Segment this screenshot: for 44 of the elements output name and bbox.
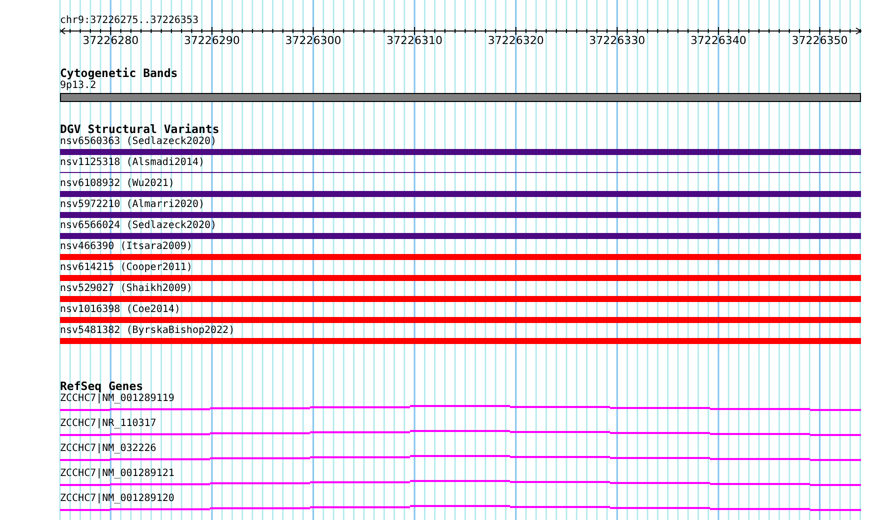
variant-bar[interactable] bbox=[60, 233, 861, 239]
variant-bar[interactable] bbox=[60, 149, 861, 155]
transcript-line[interactable] bbox=[60, 405, 861, 411]
variant-bar[interactable] bbox=[60, 296, 861, 302]
transcript-line[interactable] bbox=[60, 480, 861, 486]
feature-label[interactable]: nsv6108932 (Wu2021) bbox=[60, 178, 174, 190]
variant-bar[interactable] bbox=[60, 275, 861, 281]
variant-line[interactable] bbox=[60, 172, 861, 173]
feature-label[interactable]: ZCCHC7|NM_032226 bbox=[60, 443, 156, 455]
track-title: RefSeq Genes bbox=[60, 380, 144, 393]
feature-label[interactable]: nsv1125318 (Alsmadi2014) bbox=[60, 157, 204, 169]
variant-bar[interactable] bbox=[60, 338, 861, 344]
feature-label[interactable]: nsv614215 (Cooper2011) bbox=[60, 262, 192, 274]
transcript-line[interactable] bbox=[60, 430, 861, 436]
ruler-label: 37226330 bbox=[589, 34, 646, 47]
feature-label[interactable]: nsv1016398 (Coe2014) bbox=[60, 304, 180, 316]
feature-label[interactable]: ZCCHC7|NR_110317 bbox=[60, 418, 156, 430]
variant-bar[interactable] bbox=[60, 317, 861, 323]
variant-bar[interactable] bbox=[60, 191, 861, 197]
feature-label[interactable]: ZCCHC7|NM_001289120 bbox=[60, 493, 174, 505]
feature-label[interactable]: nsv6566024 (Sedlazeck2020) bbox=[60, 220, 217, 232]
ruler-label: 37226350 bbox=[792, 34, 848, 47]
feature-label[interactable]: nsv5972210 (Almarri2020) bbox=[60, 199, 204, 211]
transcript-line[interactable] bbox=[60, 505, 861, 511]
variant-bar[interactable] bbox=[60, 212, 861, 218]
feature-label[interactable]: ZCCHC7|NM_001289119 bbox=[60, 393, 174, 405]
variant-bar[interactable] bbox=[60, 254, 861, 260]
feature-label[interactable]: ZCCHC7|NM_001289121 bbox=[60, 468, 174, 480]
location-title: chr9:37226275..37226353 bbox=[60, 15, 198, 27]
ruler-label: 37226300 bbox=[285, 34, 342, 47]
track-title: Cytogenetic Bands bbox=[60, 67, 178, 80]
ruler-label: 37226280 bbox=[82, 34, 139, 47]
track-title: DGV Structural Variants bbox=[60, 123, 220, 136]
feature-label[interactable]: 9p13.2 bbox=[60, 80, 96, 92]
transcript-line[interactable] bbox=[60, 455, 861, 461]
feature-label[interactable]: nsv5481382 (ByrskaBishop2022) bbox=[60, 325, 235, 337]
feature-label[interactable]: nsv529027 (Shaikh2009) bbox=[60, 283, 192, 295]
ruler-label: 37226310 bbox=[386, 34, 443, 47]
feature-label[interactable]: nsv466390 (Itsara2009) bbox=[60, 241, 192, 253]
ruler-label: 37226340 bbox=[690, 34, 746, 47]
feature-label[interactable]: nsv6560363 (Sedlazeck2020) bbox=[60, 136, 217, 148]
band-bar[interactable] bbox=[60, 93, 861, 102]
ruler-label: 37226320 bbox=[488, 34, 544, 47]
ruler-label: 37226290 bbox=[184, 34, 240, 47]
